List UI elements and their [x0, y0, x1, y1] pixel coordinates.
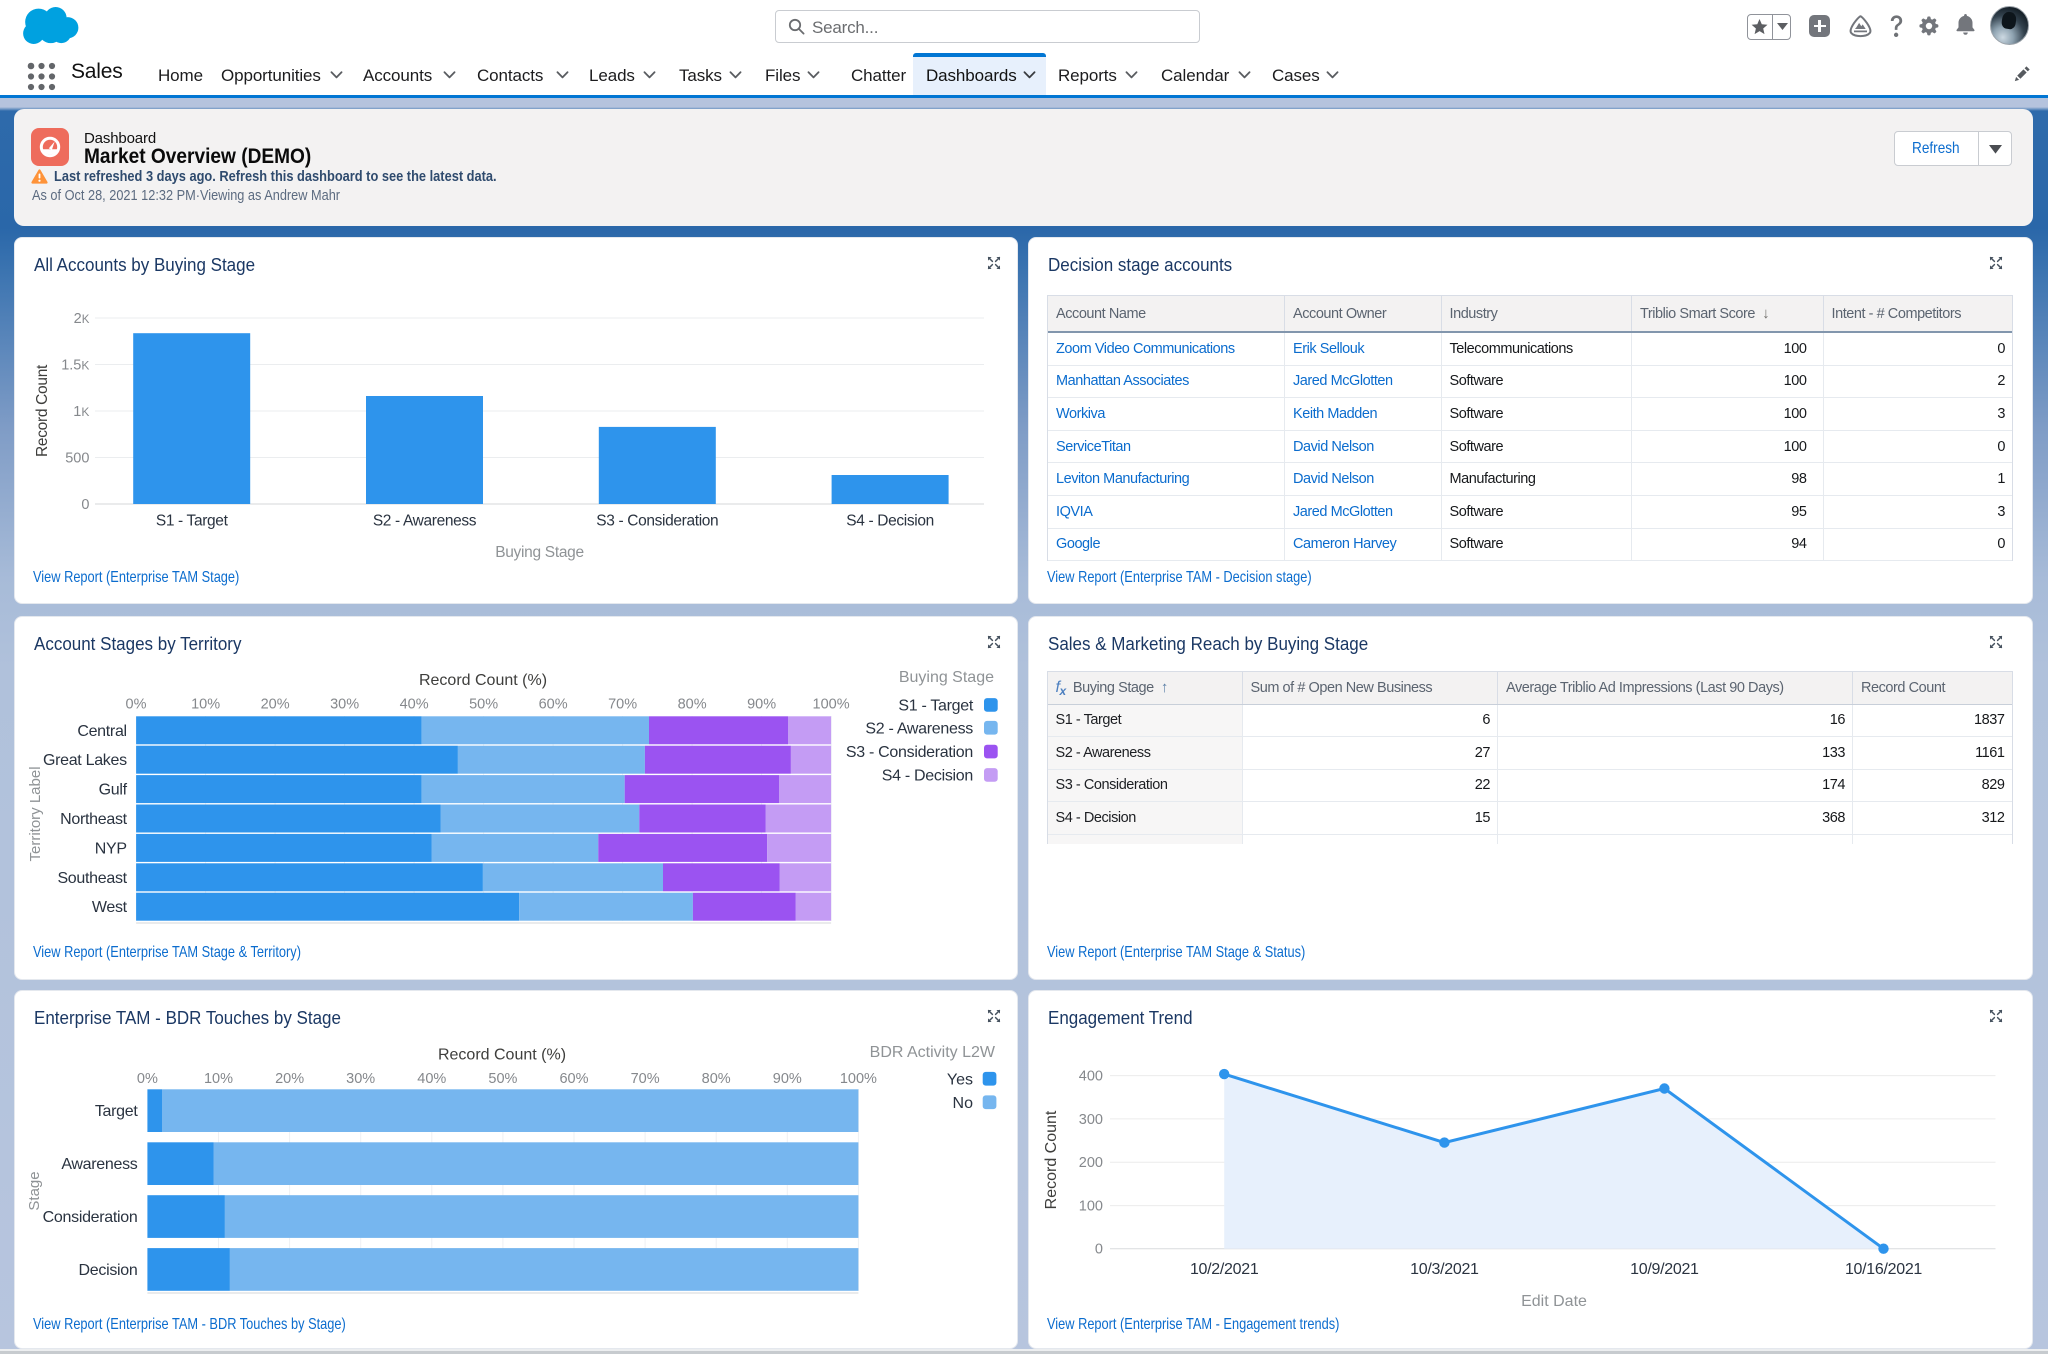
svg-text:100: 100: [1079, 1199, 1103, 1215]
svg-text:Gulf: Gulf: [99, 782, 128, 799]
svg-text:10%: 10%: [191, 697, 220, 713]
svg-text:60%: 60%: [559, 1071, 588, 1087]
svg-text:1K: 1K: [73, 404, 89, 420]
svg-text:10/9/2021: 10/9/2021: [1630, 1261, 1699, 1278]
svg-text:Awareness: Awareness: [61, 1156, 137, 1173]
svg-text:60%: 60%: [539, 697, 568, 713]
svg-text:Yes: Yes: [947, 1071, 973, 1088]
svg-text:Southeast: Southeast: [57, 870, 127, 887]
svg-text:BDR Activity L2W: BDR Activity L2W: [870, 1044, 996, 1061]
svg-text:West: West: [92, 899, 128, 916]
svg-text:Edit Date: Edit Date: [1521, 1293, 1587, 1310]
svg-text:90%: 90%: [747, 697, 776, 713]
svg-text:S4 - Decision: S4 - Decision: [882, 768, 973, 785]
svg-text:200: 200: [1079, 1155, 1103, 1171]
svg-text:40%: 40%: [400, 697, 429, 713]
svg-text:Consideration: Consideration: [43, 1209, 138, 1226]
svg-text:10/3/2021: 10/3/2021: [1410, 1261, 1479, 1278]
svg-text:100%: 100%: [840, 1071, 877, 1087]
svg-text:0: 0: [1095, 1242, 1103, 1258]
svg-text:20%: 20%: [261, 697, 290, 713]
svg-text:S2 - Awareness: S2 - Awareness: [865, 720, 973, 737]
svg-text:S2 - Awareness: S2 - Awareness: [373, 513, 477, 530]
svg-text:1.5K: 1.5K: [61, 358, 89, 374]
svg-text:10%: 10%: [204, 1071, 233, 1087]
svg-text:Decision: Decision: [79, 1262, 138, 1279]
svg-text:Buying Stage: Buying Stage: [495, 544, 584, 561]
svg-text:Record Count: Record Count: [1043, 1110, 1060, 1209]
svg-text:70%: 70%: [631, 1071, 660, 1087]
svg-text:50%: 50%: [469, 697, 498, 713]
svg-text:80%: 80%: [702, 1071, 731, 1087]
svg-text:Record Count (%): Record Count (%): [419, 672, 547, 689]
svg-text:Territory Label: Territory Label: [27, 766, 44, 861]
svg-text:Target: Target: [95, 1103, 139, 1120]
svg-text:500: 500: [65, 451, 89, 467]
svg-text:Northeast: Northeast: [60, 811, 128, 828]
svg-text:Central: Central: [77, 723, 126, 740]
svg-text:S3 - Consideration: S3 - Consideration: [846, 744, 973, 761]
svg-text:30%: 30%: [330, 697, 359, 713]
svg-text:0%: 0%: [137, 1071, 158, 1087]
svg-text:Great Lakes: Great Lakes: [43, 752, 127, 769]
svg-text:Record Count: Record Count: [34, 364, 51, 457]
svg-text:0: 0: [81, 497, 89, 513]
svg-text:90%: 90%: [773, 1071, 802, 1087]
svg-text:50%: 50%: [488, 1071, 517, 1087]
svg-text:Record Count (%): Record Count (%): [438, 1047, 566, 1064]
svg-text:S4 - Decision: S4 - Decision: [846, 513, 934, 530]
svg-text:10/16/2021: 10/16/2021: [1845, 1261, 1922, 1278]
svg-text:S1 - Target: S1 - Target: [898, 698, 974, 715]
svg-text:80%: 80%: [678, 697, 707, 713]
svg-text:100%: 100%: [813, 697, 850, 713]
svg-text:Buying Stage: Buying Stage: [899, 669, 994, 686]
svg-text:NYP: NYP: [95, 840, 127, 857]
svg-text:No: No: [953, 1095, 974, 1112]
svg-text:10/2/2021: 10/2/2021: [1190, 1261, 1259, 1278]
svg-text:2K: 2K: [74, 311, 90, 327]
svg-text:0%: 0%: [126, 697, 147, 713]
svg-text:70%: 70%: [608, 697, 637, 713]
svg-text:S1 - Target: S1 - Target: [156, 513, 229, 530]
svg-text:400: 400: [1079, 1069, 1103, 1085]
svg-text:30%: 30%: [346, 1071, 375, 1087]
svg-text:40%: 40%: [417, 1071, 446, 1087]
svg-text:20%: 20%: [275, 1071, 304, 1087]
svg-text:S3 - Consideration: S3 - Consideration: [596, 513, 718, 530]
svg-text:Stage: Stage: [26, 1171, 43, 1210]
svg-text:300: 300: [1079, 1112, 1103, 1128]
